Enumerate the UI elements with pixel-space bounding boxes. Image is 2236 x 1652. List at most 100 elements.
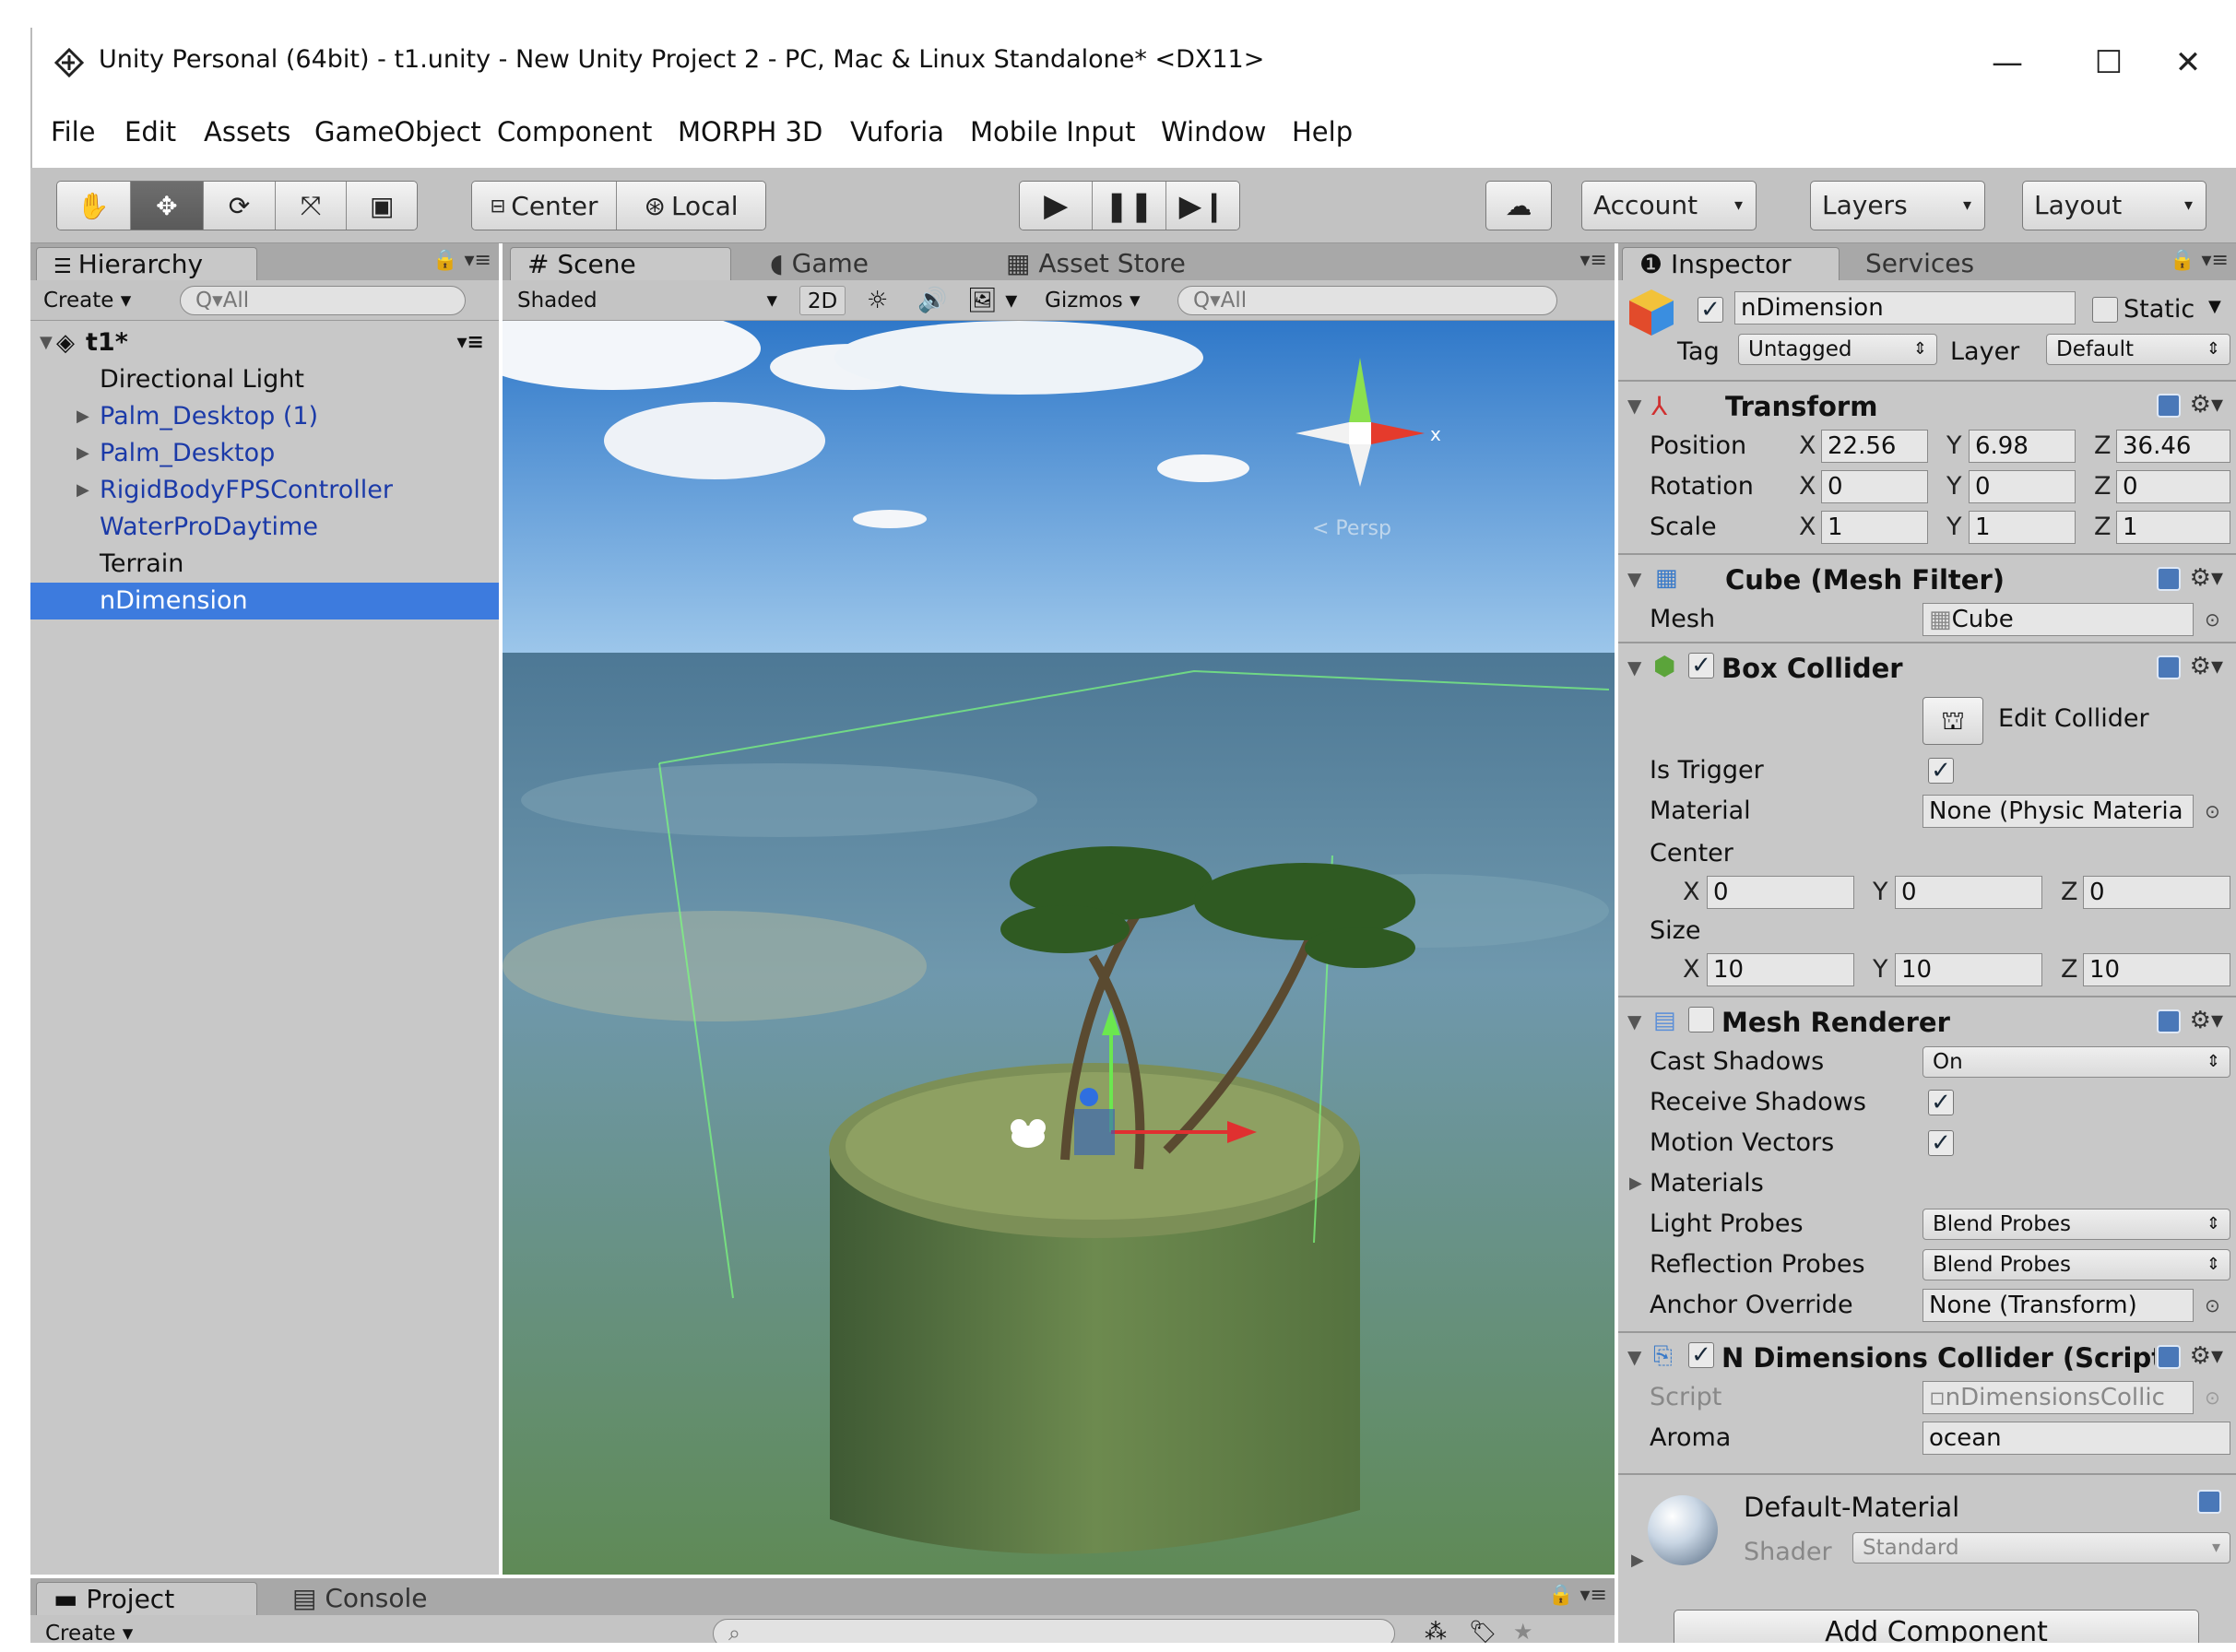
motion-vectors-checkbox[interactable]: ✓ xyxy=(1928,1130,1954,1156)
box-collider-header[interactable]: ▼ ⬢ ✓ Box Collider ⚙▾ xyxy=(1618,642,2236,691)
component-help-settings-icons[interactable]: ⚙▾ xyxy=(2156,1342,2223,1370)
reflection-probes-dropdown[interactable]: Blend Probes ⇕ xyxy=(1922,1249,2230,1280)
tab-hierarchy[interactable]: ☰ Hierarchy xyxy=(36,247,257,280)
close-button[interactable]: ✕ xyxy=(2137,35,2236,90)
center-y-field[interactable]: 0 xyxy=(1895,876,2042,909)
scale-x-field[interactable]: 1 xyxy=(1821,511,1928,544)
light-probes-dropdown[interactable]: Blend Probes ⇕ xyxy=(1922,1209,2230,1240)
play-button[interactable]: ▶ xyxy=(1020,182,1094,230)
fold-arrow-icon[interactable]: ▼ xyxy=(40,324,53,361)
active-checkbox[interactable]: ✓ xyxy=(1698,297,1723,323)
transform-header[interactable]: ▼ ⅄ Transform ⚙▾ xyxy=(1618,380,2236,430)
fold-arrow-icon[interactable]: ▼ xyxy=(1627,1010,1641,1032)
is-trigger-checkbox[interactable]: ✓ xyxy=(1928,758,1954,784)
expand-arrow-icon[interactable]: ▶ xyxy=(77,435,89,472)
panel-lock-menu-icon[interactable]: 🔒 ▾≡ xyxy=(1548,1584,1607,1607)
scale-tool-button[interactable]: ⤧ xyxy=(275,182,348,230)
project-create-button[interactable]: Create ▾ xyxy=(45,1619,133,1643)
effects-toggle-icon[interactable]: 🖼 ▾ xyxy=(967,286,1017,315)
rotation-x-field[interactable]: 0 xyxy=(1821,470,1928,503)
fold-arrow-icon[interactable]: ▼ xyxy=(1627,395,1641,417)
project-search-input[interactable]: ⌕ xyxy=(713,1619,1395,1643)
position-x-field[interactable]: 22.56 xyxy=(1821,430,1928,463)
tab-asset-store[interactable]: ▦ Asset Store xyxy=(989,247,1202,280)
scene-view-render[interactable]: x < Persp xyxy=(503,321,1615,1575)
hierarchy-search-input[interactable]: Q▾All xyxy=(180,286,466,315)
pivot-center-button[interactable]: ⊟ Center xyxy=(472,182,618,230)
box-collider-enabled-checkbox[interactable]: ✓ xyxy=(1688,653,1714,678)
tag-dropdown[interactable]: Untagged ⇕ xyxy=(1738,334,1937,365)
hierarchy-item-selected[interactable]: nDimension xyxy=(30,583,499,620)
cloud-button[interactable]: ☁ xyxy=(1485,181,1552,230)
position-z-field[interactable]: 36.46 xyxy=(2116,430,2230,463)
scene-menu-icon[interactable]: ▾≡ xyxy=(457,324,484,361)
minimize-button[interactable]: — xyxy=(1957,35,2058,90)
gizmos-dropdown[interactable]: Gizmos ▾ xyxy=(1045,286,1141,315)
center-x-field[interactable]: 0 xyxy=(1707,876,1854,909)
menu-help[interactable]: Help xyxy=(1292,116,1353,148)
help-book-icon[interactable] xyxy=(2156,393,2181,418)
filter-by-label-icon[interactable]: 🏷 xyxy=(1469,1619,1497,1643)
menu-gameobject[interactable]: GameObject xyxy=(314,116,481,148)
2d-toggle-button[interactable]: 2D xyxy=(799,286,846,315)
component-help-settings-icons[interactable]: ⚙▾ xyxy=(2156,391,2223,419)
tab-project[interactable]: ▬ Project xyxy=(36,1582,257,1615)
menu-window[interactable]: Window xyxy=(1161,116,1266,148)
position-y-field[interactable]: 6.98 xyxy=(1969,430,2076,463)
scale-y-field[interactable]: 1 xyxy=(1969,511,2076,544)
hierarchy-item[interactable]: ▶ RigidBodyFPSController xyxy=(30,472,499,509)
filter-by-type-icon[interactable]: ⁂ xyxy=(1425,1619,1447,1643)
persp-label[interactable]: < Persp xyxy=(1312,517,1391,540)
menu-mobile-input[interactable]: Mobile Input xyxy=(970,116,1135,148)
tab-services[interactable]: Services xyxy=(1849,247,1991,280)
hierarchy-item[interactable]: Terrain xyxy=(30,546,499,583)
panel-menu-icon[interactable]: ▾≡ xyxy=(1580,249,1607,272)
mesh-renderer-enabled-checkbox[interactable] xyxy=(1688,1007,1714,1032)
center-z-field[interactable]: 0 xyxy=(2083,876,2230,909)
fold-arrow-icon[interactable]: ▼ xyxy=(1627,656,1641,678)
scene-search-input[interactable]: Q▾All xyxy=(1177,286,1557,315)
help-book-icon[interactable] xyxy=(2156,655,2181,679)
shading-mode-dropdown[interactable]: Shaded ▾ xyxy=(517,286,785,315)
anchor-override-field[interactable]: None (Transform) xyxy=(1922,1289,2194,1322)
layer-dropdown[interactable]: Default ⇕ xyxy=(2046,334,2230,365)
mesh-renderer-header[interactable]: ▼ ▤ Mesh Renderer ⚙▾ xyxy=(1618,996,2236,1045)
size-z-field[interactable]: 10 xyxy=(2083,953,2230,986)
scale-z-field[interactable]: 1 xyxy=(2116,511,2230,544)
component-help-settings-icons[interactable]: ⚙▾ xyxy=(2156,564,2223,592)
panel-lock-menu-icon[interactable]: 🔒 ▾≡ xyxy=(2170,249,2229,272)
layout-dropdown[interactable]: Layout ▾ xyxy=(2022,181,2206,230)
hierarchy-item[interactable]: Directional Light xyxy=(30,361,499,398)
expand-arrow-icon[interactable]: ▶ xyxy=(77,472,89,509)
script-component-header[interactable]: ▼ ⎘ ✓ N Dimensions Collider (Script) ⚙▾ xyxy=(1618,1331,2236,1381)
object-picker-icon[interactable]: ⊙ xyxy=(2205,1285,2220,1326)
tab-scene[interactable]: # Scene xyxy=(510,247,731,280)
menu-vuforia[interactable]: Vuforia xyxy=(850,116,944,148)
hand-tool-button[interactable]: ✋ xyxy=(57,182,131,230)
object-picker-icon[interactable]: ⊙ xyxy=(2205,791,2220,832)
tab-inspector[interactable]: ❶ Inspector xyxy=(1622,247,1840,280)
rotation-z-field[interactable]: 0 xyxy=(2116,470,2230,503)
tab-game[interactable]: ◖ Game xyxy=(753,247,885,280)
audio-toggle-icon[interactable]: 🔊 xyxy=(917,286,947,315)
hierarchy-item[interactable]: WaterProDaytime xyxy=(30,509,499,546)
menu-assets[interactable]: Assets xyxy=(204,116,290,148)
fold-arrow-icon[interactable]: ▼ xyxy=(1627,568,1641,590)
static-checkbox[interactable] xyxy=(2092,297,2118,323)
space-local-button[interactable]: ⊛ Local xyxy=(617,182,765,230)
layers-dropdown[interactable]: Layers ▾ xyxy=(1810,181,1985,230)
scene-viewport[interactable]: x < Persp xyxy=(503,321,1615,1575)
rotate-tool-button[interactable]: ⟳ xyxy=(204,182,276,230)
rect-tool-button[interactable]: ▣ xyxy=(347,182,417,230)
materials-row[interactable]: ▶ Materials xyxy=(1618,1163,2236,1204)
shader-dropdown[interactable]: Standard ▾ xyxy=(1852,1532,2230,1564)
rotation-y-field[interactable]: 0 xyxy=(1969,470,2076,503)
expand-arrow-icon[interactable]: ▶ xyxy=(1631,1551,1644,1570)
component-help-settings-icons[interactable]: ⚙▾ xyxy=(2156,1007,2223,1034)
menu-morph3d[interactable]: MORPH 3D xyxy=(678,116,822,148)
menu-file[interactable]: File xyxy=(51,116,96,148)
edit-collider-button[interactable]: ⛫ xyxy=(1922,697,1983,745)
mesh-object-field[interactable]: ▦Cube xyxy=(1922,603,2194,636)
component-help-settings-icons[interactable]: ⚙▾ xyxy=(2156,653,2223,680)
account-dropdown[interactable]: Account ▾ xyxy=(1581,181,1757,230)
